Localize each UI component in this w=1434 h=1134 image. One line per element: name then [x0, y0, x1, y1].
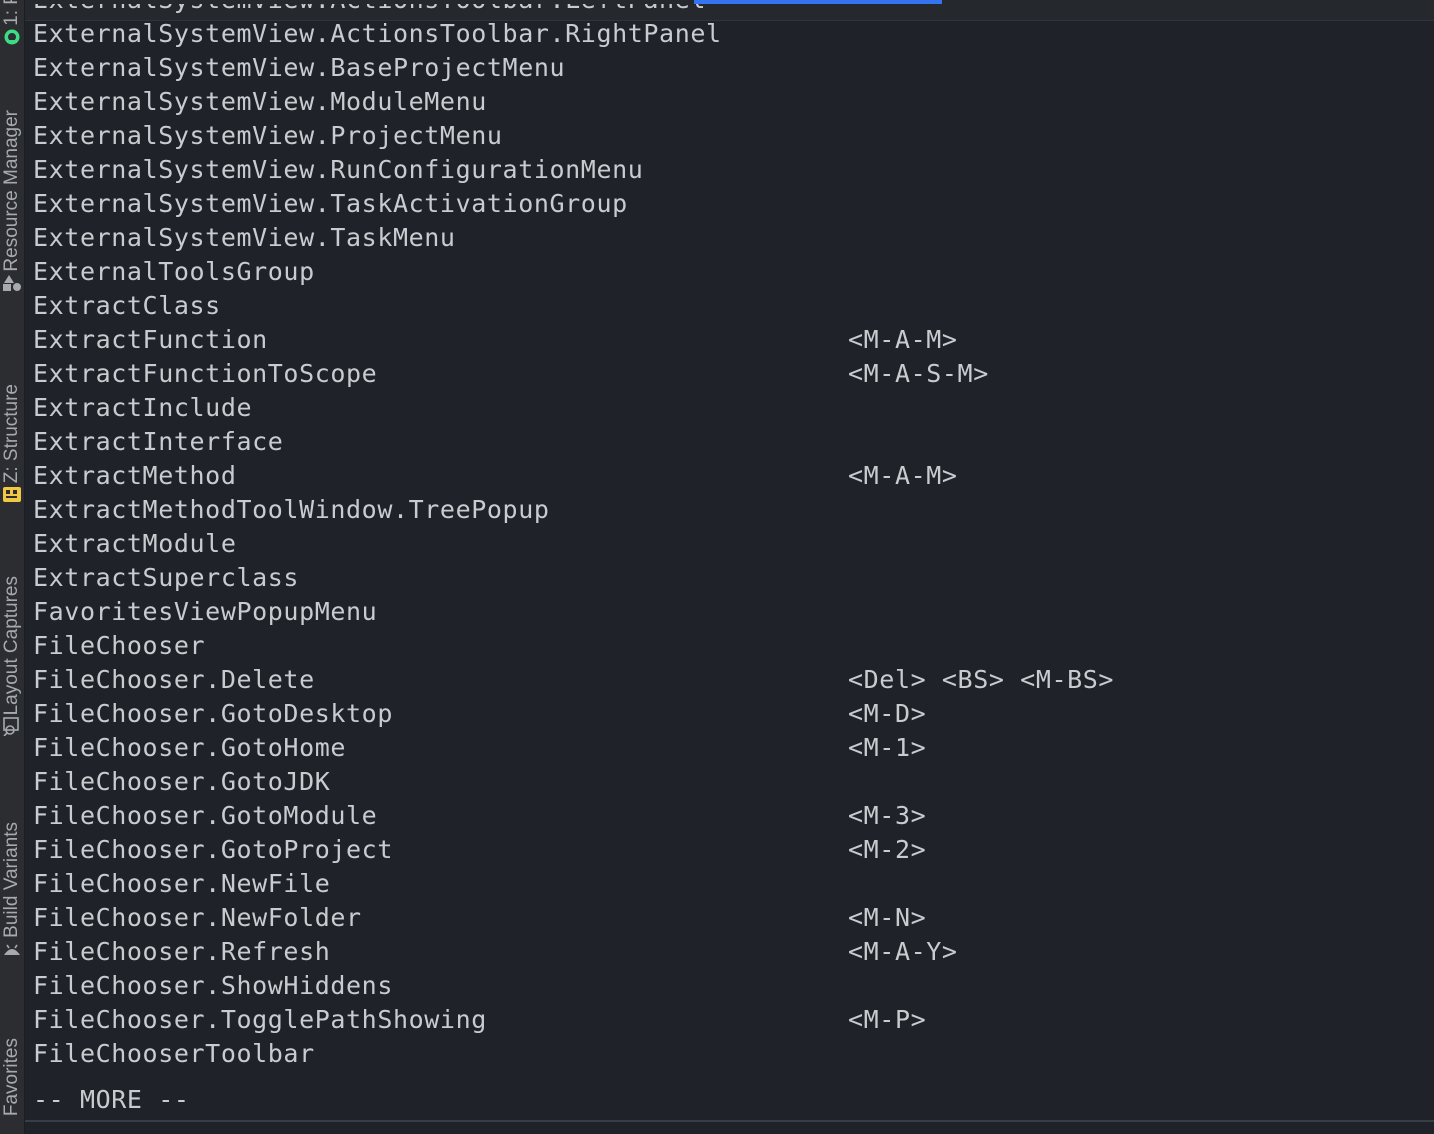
action-name: ExtractFunction	[33, 325, 268, 354]
action-name: FileChooser.TogglePathShowing	[33, 1005, 487, 1034]
list-item: FileChooserToolbar	[33, 1037, 1433, 1071]
layout-capture-icon	[1, 715, 23, 737]
action-name: ExtractModule	[33, 529, 237, 558]
list-item: ExtractMethodToolWindow.TreePopup	[33, 493, 1433, 527]
action-name: FileChooser.Delete	[33, 665, 315, 694]
action-name: ExtractMethodToolWindow.TreePopup	[33, 495, 550, 524]
action-name: ExternalSystemView.ProjectMenu	[33, 121, 503, 150]
tab-project-label: 1: P	[1, 0, 22, 26]
action-name: FileChooser.NewFolder	[33, 903, 362, 932]
list-item: FileChooser.GotoJDK	[33, 765, 1433, 799]
list-item: ExtractMethod <M-A-M>	[33, 459, 1433, 493]
list-item: FileChooser.GotoProject <M-2>	[33, 833, 1433, 867]
tab-resource-manager[interactable]: Resource Manager	[0, 110, 24, 294]
action-name: FileChooser	[33, 631, 206, 660]
list-item: ExternalSystemView.TaskActivationGroup	[33, 187, 1433, 221]
list-item: ExternalSystemView.ProjectMenu	[33, 119, 1433, 153]
action-shortcut: <M-N>	[848, 903, 927, 932]
action-shortcut: <M-A-Y>	[848, 937, 958, 966]
action-name: ExternalSystemView.ActionsToolbar.RightP…	[33, 19, 722, 48]
action-name: FileChooserToolbar	[33, 1039, 315, 1068]
action-name: FileChooser.GotoModule	[33, 801, 378, 830]
list-item: ExtractSuperclass	[33, 561, 1433, 595]
tab-resource-manager-label: Resource Manager	[1, 110, 22, 272]
list-item: FileChooser.Delete <Del> <BS> <M-BS>	[33, 663, 1433, 697]
list-item: ExtractInterface	[33, 425, 1433, 459]
action-name: ExtractSuperclass	[33, 563, 300, 592]
list-item: FileChooser	[33, 629, 1433, 663]
action-name: FileChooser.GotoJDK	[33, 767, 331, 796]
action-shortcut: <M-A-M>	[848, 461, 958, 490]
action-name: ExternalSystemView.RunConfigurationMenu	[33, 155, 644, 184]
action-name: ExtractClass	[33, 291, 221, 320]
list-item: ExtractFunctionToScope <M-A-S-M>	[33, 357, 1433, 391]
tool-window-sidebar: 1: P Resource Manager Z: Structure Layou…	[0, 0, 25, 1134]
list-item: FileChooser.GotoModule <M-3>	[33, 799, 1433, 833]
tab-layout-captures-label: Layout Captures	[1, 576, 22, 716]
action-name: ExtractFunctionToScope	[33, 359, 378, 388]
action-name: ExtractInterface	[33, 427, 284, 456]
tab-favorites-label: Favorites	[1, 1038, 22, 1117]
tab-build-variants-label: Build Variants	[1, 822, 22, 938]
action-shortcut: <M-A-S-M>	[848, 359, 989, 388]
list-item: FileChooser.Refresh <M-A-Y>	[33, 935, 1433, 969]
more-prompt: -- MORE --	[33, 1085, 190, 1114]
action-shortcut: <Del> <BS> <M-BS>	[848, 665, 1115, 694]
list-item: ExternalSystemView.ModuleMenu	[33, 85, 1433, 119]
action-shortcut: <M-A-M>	[848, 325, 958, 354]
list-item: ExternalSystemView.RunConfigurationMenu	[33, 153, 1433, 187]
action-name: FileChooser.GotoHome	[33, 733, 347, 762]
list-item: ExternalSystemView.BaseProjectMenu	[33, 51, 1433, 85]
divider	[25, 1120, 1434, 1122]
action-name: FileChooser.NewFile	[33, 869, 331, 898]
action-name: ExternalSystemView.TaskActivationGroup	[33, 189, 628, 218]
list-item: ExtractFunction <M-A-M>	[33, 323, 1433, 357]
list-item: ExternalSystemView.ActionsToolbar.RightP…	[33, 17, 1433, 51]
tab-structure[interactable]: Z: Structure	[0, 384, 24, 505]
list-item: ExtractClass	[33, 289, 1433, 323]
list-item: FileChooser.TogglePathShowing <M-P>	[33, 1003, 1433, 1037]
list-item: FileChooser.NewFile	[33, 867, 1433, 901]
action-name: ExternalSystemView.BaseProjectMenu	[33, 53, 566, 82]
tab-structure-label: Z: Structure	[1, 384, 22, 484]
action-name: ExtractMethod	[33, 461, 237, 490]
list-item: ExtractInclude	[33, 391, 1433, 425]
list-item: FileChooser.NewFolder <M-N>	[33, 901, 1433, 935]
list-item: FavoritesViewPopupMenu	[33, 595, 1433, 629]
action-name: ExternalSystemView.TaskMenu	[33, 223, 456, 252]
list-item: ExternalSystemView.ActionsToolbar.LeftPa…	[33, 4, 1433, 17]
action-name: ExternalSystemView.ActionsToolbar.LeftPa…	[33, 4, 706, 17]
list-item: ExternalToolsGroup	[33, 255, 1433, 289]
action-shortcut: <M-P>	[848, 1005, 927, 1034]
action-name: FileChooser.ShowHiddens	[33, 971, 393, 1000]
action-name: FileChooser.GotoProject	[33, 835, 393, 864]
shapes-icon	[1, 272, 23, 294]
tab-build-variants[interactable]: Build Variants	[0, 822, 24, 960]
list-item: FileChooser.ShowHiddens	[33, 969, 1433, 1003]
tab-favorites[interactable]: Favorites	[0, 1038, 24, 1116]
list-item: FileChooser.GotoHome <M-1>	[33, 731, 1433, 765]
action-name: ExtractInclude	[33, 393, 253, 422]
tab-project[interactable]: 1: P	[0, 0, 24, 48]
android-icon	[1, 26, 23, 48]
action-name: FileChooser.Refresh	[33, 937, 331, 966]
action-name: FavoritesViewPopupMenu	[33, 597, 378, 626]
action-shortcut: <M-1>	[848, 733, 927, 762]
action-shortcut: <M-D>	[848, 699, 927, 728]
build-variants-icon	[1, 938, 23, 960]
list-item: ExtractModule	[33, 527, 1433, 561]
action-list: ExternalSystemView.ActionsToolbar.LeftPa…	[33, 4, 1433, 1084]
list-item: FileChooser.GotoDesktop <M-D>	[33, 697, 1433, 731]
action-name: ExternalSystemView.ModuleMenu	[33, 87, 487, 116]
structure-icon	[1, 483, 23, 505]
list-item: ExternalSystemView.TaskMenu	[33, 221, 1433, 255]
action-shortcut: <M-3>	[848, 801, 927, 830]
action-name: FileChooser.GotoDesktop	[33, 699, 393, 728]
action-name: ExternalToolsGroup	[33, 257, 315, 286]
tab-layout-captures[interactable]: Layout Captures	[0, 576, 24, 737]
action-shortcut: <M-2>	[848, 835, 927, 864]
